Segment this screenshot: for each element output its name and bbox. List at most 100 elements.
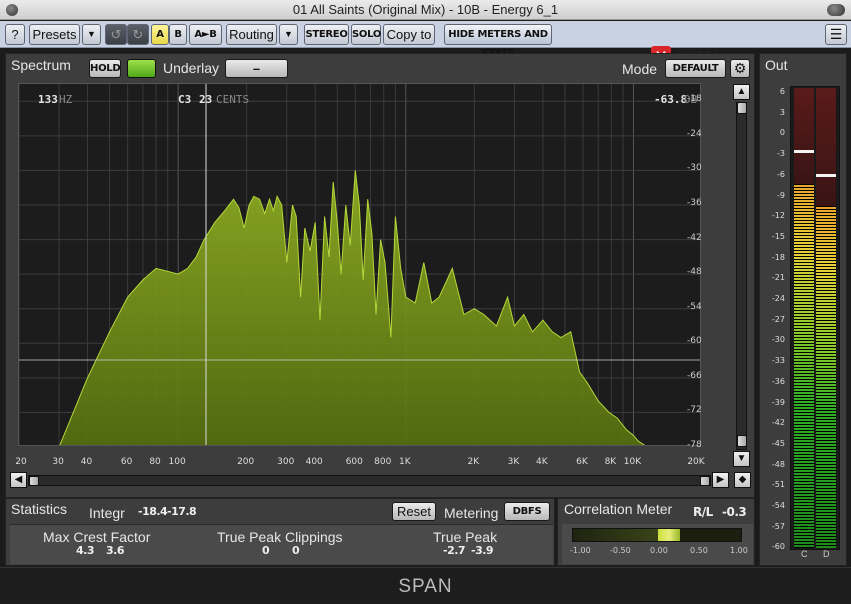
copy-to-button[interactable]: Copy to xyxy=(383,24,435,45)
metering-select[interactable]: DBFS xyxy=(504,502,550,521)
presets-dropdown-button[interactable]: ▼ xyxy=(82,24,101,45)
toolbar: ? Presets ▼ ↺ ↻ A B A►B Routing ▼ STEREO… xyxy=(0,21,851,66)
output-meter-scale-label: -6 xyxy=(777,169,785,179)
vertical-scroll-thumb-top[interactable] xyxy=(737,102,747,114)
metering-label: Metering xyxy=(444,505,499,521)
output-meter-scale-label: -15 xyxy=(771,231,785,241)
db-scale-label: -78 xyxy=(687,440,702,450)
horizontal-scroll-thumb-left[interactable] xyxy=(29,476,39,486)
settings-button[interactable]: ⚙ xyxy=(730,59,750,78)
frequency-scale-label: 4K xyxy=(536,457,548,467)
output-meter-scale-label: -30 xyxy=(771,335,785,345)
window-close-icon[interactable] xyxy=(6,4,18,16)
meter-headroom xyxy=(794,88,814,184)
mode-label: Mode xyxy=(622,61,658,77)
integrated-right-value: -17.8 xyxy=(167,505,197,518)
meter-headroom xyxy=(816,88,836,206)
correlation-mode[interactable]: R/L xyxy=(693,505,713,519)
menu-button[interactable]: ☰ xyxy=(825,24,847,45)
output-meter-scale-label: 0 xyxy=(779,128,785,138)
solo-button[interactable]: SOLO xyxy=(351,24,381,45)
horizontal-scrollbar[interactable]: ◀ ▶ ◆ xyxy=(10,470,752,490)
output-meter-scale-label: -24 xyxy=(771,294,785,303)
arrow-down-icon: ▼ xyxy=(736,453,747,464)
help-button[interactable]: ? xyxy=(5,24,25,45)
preset-b-button[interactable]: B xyxy=(169,24,187,45)
output-meter-scale-label: -45 xyxy=(771,438,785,448)
frequency-scale-label: 40 xyxy=(80,457,93,467)
undo-button[interactable]: ↺ xyxy=(105,24,127,45)
frequency-scale-label: 30 xyxy=(52,457,64,467)
output-meter-scale-label: -48 xyxy=(771,459,785,469)
output-meter-scale-label: -3 xyxy=(777,149,785,159)
preset-a-button[interactable]: A xyxy=(151,24,169,45)
output-meter-scale-label: -54 xyxy=(771,501,785,510)
horizontal-scroll-track[interactable] xyxy=(28,475,711,486)
horizontal-scroll-thumb-right[interactable] xyxy=(700,476,710,486)
db-scale-label: -42 xyxy=(687,232,702,243)
meter-channel-d xyxy=(816,88,836,548)
output-meter-scale-label: 3 xyxy=(779,107,785,117)
footer-brand: SPAN xyxy=(0,567,851,604)
frequency-scale-label: 400 xyxy=(305,457,323,467)
redo-button[interactable]: ↻ xyxy=(127,24,149,45)
output-meter-title: Out xyxy=(765,57,788,73)
meter-channel-c xyxy=(794,88,814,548)
db-scale-label: -36 xyxy=(687,198,702,208)
spectrum-plot[interactable] xyxy=(18,83,701,446)
output-meter-scale-label: -21 xyxy=(771,273,785,283)
zoom-reset-button[interactable]: ◆ xyxy=(734,472,751,488)
correlation-meter-negative-fill xyxy=(573,529,658,541)
scroll-up-button[interactable]: ▲ xyxy=(733,84,750,100)
db-scale-label: -54 xyxy=(687,301,702,312)
true-peak-left-value: -2.7 xyxy=(443,544,466,557)
spectrum-curve xyxy=(59,170,646,445)
hide-meters-button[interactable]: HIDE METERS AND STATS xyxy=(444,24,552,59)
hold-button[interactable]: HOLD xyxy=(89,59,121,78)
output-meter-scale-label: -9 xyxy=(777,190,785,200)
underlay-label: Underlay xyxy=(163,60,220,76)
frequency-scale-label: 10K xyxy=(623,457,642,467)
frequency-scale-label: 20 xyxy=(15,457,27,467)
arrow-up-icon: ▲ xyxy=(736,86,747,97)
frequency-scale-label: 8K xyxy=(604,457,617,467)
vertical-scroll-thumb-bottom[interactable] xyxy=(737,435,747,447)
db-scale-label: -48 xyxy=(687,267,702,278)
stereo-button[interactable]: STEREO xyxy=(304,24,349,45)
hold-toggle-indicator[interactable] xyxy=(127,59,156,78)
vertical-scroll-track[interactable] xyxy=(736,102,747,450)
crest-factor-label: Max Crest Factor xyxy=(43,529,151,545)
db-scale-label: -18 xyxy=(687,94,702,105)
window-zoom-icon[interactable] xyxy=(827,4,845,16)
output-meter-scale-label: -33 xyxy=(771,356,785,366)
db-scale-label: -30 xyxy=(687,163,702,174)
mode-select[interactable]: DEFAULT xyxy=(665,59,726,78)
vertical-scrollbar[interactable]: ▲ ▼ xyxy=(733,84,751,468)
reset-button[interactable]: Reset xyxy=(392,502,436,521)
output-meter-scale-label: -57 xyxy=(771,521,785,531)
scroll-left-button[interactable]: ◀ xyxy=(10,472,27,488)
scroll-down-button[interactable]: ▼ xyxy=(733,451,750,467)
meter-channel-d-label: D xyxy=(823,549,830,559)
routing-dropdown-button[interactable]: ▼ xyxy=(279,24,298,45)
frequency-scale-label: 3K xyxy=(507,457,520,467)
window-title-bar: 01 All Saints (Original Mix) - 10B - Ene… xyxy=(0,0,851,20)
scroll-right-button[interactable]: ▶ xyxy=(712,472,729,488)
spectrum-title: Spectrum xyxy=(11,57,71,73)
correlation-meter-indicator xyxy=(658,529,680,541)
copy-a-to-b-button[interactable]: A►B xyxy=(189,24,222,45)
presets-button[interactable]: Presets xyxy=(29,24,80,45)
correlation-scale-label: 0.50 xyxy=(690,546,708,555)
footer-label: SPAN xyxy=(398,576,453,597)
correlation-value: -0.3 xyxy=(722,505,747,519)
routing-button[interactable]: Routing xyxy=(226,24,277,45)
output-meter-scale-label: -39 xyxy=(771,397,785,407)
output-meter-scale-label: -27 xyxy=(771,314,785,324)
cursor-cents: 23 xyxy=(199,93,213,106)
statistics-title: Statistics xyxy=(11,501,68,517)
output-meter-scale-label: -60 xyxy=(771,542,785,552)
correlation-title: Correlation Meter xyxy=(564,501,673,517)
underlay-select[interactable]: – xyxy=(225,59,288,78)
frequency-scale-label: 20K xyxy=(687,457,705,467)
output-meter-scale-label: -36 xyxy=(771,376,785,386)
